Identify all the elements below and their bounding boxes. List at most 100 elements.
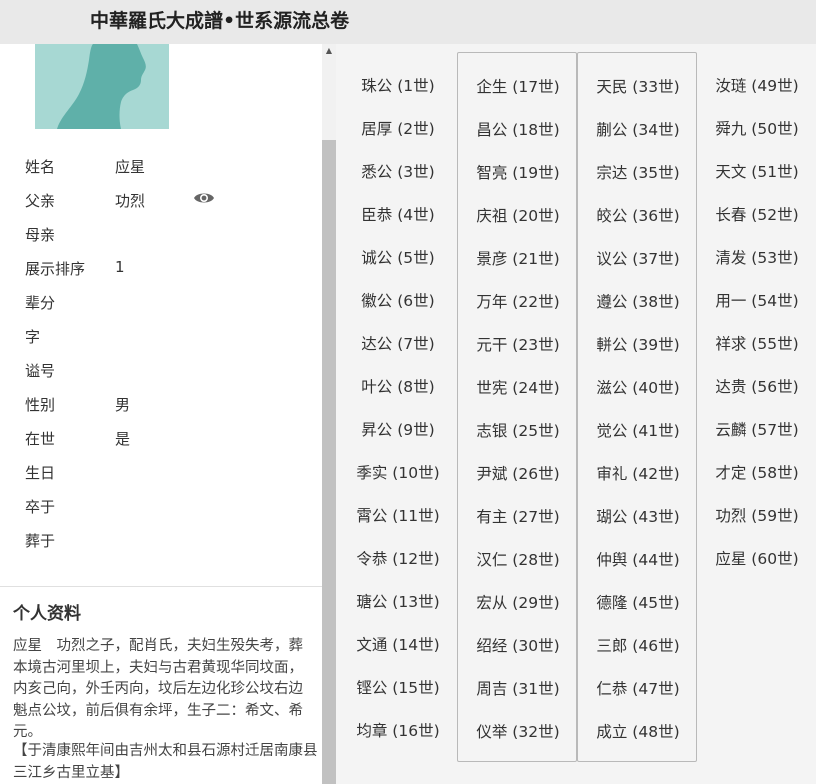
generation-item[interactable]: 仲舆 (44世) [578,548,698,570]
generation-item[interactable]: 诚公 (5世) [338,246,458,268]
generation-item[interactable]: 周吉 (31世) [458,677,578,699]
generation-item[interactable]: 宏从 (29世) [458,591,578,613]
field-label: 辈分 [25,294,56,312]
generation-item[interactable]: 仁恭 (47世) [578,677,698,699]
profile-panel: 姓名 应星 父亲 功烈 母亲 展示排序 1 辈分 字 谥号 性别 男 在世 是 … [0,44,322,784]
field-label: 姓名 [25,158,56,176]
section-divider [0,586,322,587]
generation-item[interactable]: 元干 (23世) [458,333,578,355]
generation-item[interactable]: 祥求 (55世) [697,332,816,354]
generation-item[interactable]: 昌公 (18世) [458,118,578,140]
generation-item[interactable]: 清发 (53世) [697,246,816,268]
generation-item[interactable]: 遵公 (38世) [578,290,698,312]
generation-item[interactable]: 万年 (22世) [458,290,578,312]
field-label: 字 [25,328,41,346]
generation-item[interactable]: 皎公 (36世) [578,204,698,226]
generation-item[interactable]: 徽公 (6世) [338,289,458,311]
eye-icon-graphic [194,193,214,203]
generation-item[interactable]: 叶公 (8世) [338,375,458,397]
generation-item[interactable]: 达公 (7世) [338,332,458,354]
field-label: 父亲 [25,192,56,210]
generation-item[interactable]: 应星 (60世) [697,547,816,569]
header-bar: 中華羅氏大成譜•世系源流总卷 [0,0,816,44]
field-label: 谥号 [25,362,56,380]
generation-item[interactable]: 天民 (33世) [578,75,698,97]
generation-column: 企生 (17世) 昌公 (18世) 智亮 (19世) 庆祖 (20世) 景彦 (21世)… [457,52,577,762]
field-value: 男 [115,396,131,414]
field-posthumous-name: 谥号 [0,352,322,386]
generation-item[interactable]: 宗达 (35世) [578,161,698,183]
generation-panel: 珠公 (1世) 居厚 (2世) 悉公 (3世) 臣恭 (4世) 诚公 (5世) 徽公 (6… [336,44,816,784]
generation-item[interactable]: 智亮 (19世) [458,161,578,183]
generation-item[interactable]: 令恭 (12世) [338,547,458,569]
generation-item[interactable]: 霄公 (11世) [338,504,458,526]
field-label: 在世 [25,430,56,448]
generation-column: 汝琏 (49世) 舜九 (50世) 天文 (51世) 长春 (52世) 清发 (53世)… [697,52,816,762]
generation-item[interactable]: 汉仁 (28世) [458,548,578,570]
generation-item[interactable]: 庆祖 (20世) [458,204,578,226]
generation-item[interactable]: 軿公 (39世) [578,333,698,355]
scroll-thumb[interactable] [322,140,336,784]
generation-item[interactable]: 仪举 (32世) [458,720,578,742]
generation-item[interactable]: 成立 (48世) [578,720,698,742]
field-value: 是 [115,430,131,448]
generation-item[interactable]: 达贵 (56世) [697,375,816,397]
person-silhouette-icon [35,44,169,129]
generation-item[interactable]: 觉公 (41世) [578,419,698,441]
generation-item[interactable]: 瑚公 (43世) [578,505,698,527]
field-gender: 性别 男 [0,386,322,420]
generation-item[interactable]: 企生 (17世) [458,75,578,97]
field-value: 应星 [115,158,146,176]
field-name: 姓名 应星 [0,148,322,182]
field-courtesy-name: 字 [0,318,322,352]
generation-item[interactable]: 铿公 (15世) [338,676,458,698]
generation-item[interactable]: 瑭公 (13世) [338,590,458,612]
generation-item[interactable]: 天文 (51世) [697,160,816,182]
scrollbar[interactable]: ▲ [322,44,336,784]
generation-item[interactable]: 世宪 (24世) [458,376,578,398]
generation-item[interactable]: 景彦 (21世) [458,247,578,269]
field-generation-name: 辈分 [0,284,322,318]
generation-item[interactable]: 文通 (14世) [338,633,458,655]
field-birthday: 生日 [0,454,322,488]
generation-item[interactable]: 功烈 (59世) [697,504,816,526]
generation-item[interactable]: 均章 (16世) [338,719,458,741]
field-burial: 葬于 [0,522,322,556]
generation-item[interactable]: 绍经 (30世) [458,634,578,656]
generation-item[interactable]: 云麟 (57世) [697,418,816,440]
generation-item[interactable]: 汝琏 (49世) [697,74,816,96]
generation-item[interactable]: 滋公 (40世) [578,376,698,398]
generation-item[interactable]: 尹斌 (26世) [458,462,578,484]
field-death: 卒于 [0,488,322,522]
field-label: 葬于 [25,532,56,550]
generation-item[interactable]: 审礼 (42世) [578,462,698,484]
generation-item[interactable]: 才定 (58世) [697,461,816,483]
generation-item[interactable]: 舜九 (50世) [697,117,816,139]
field-value: 1 [115,258,125,276]
field-label: 展示排序 [25,260,86,278]
generation-item[interactable]: 珠公 (1世) [338,74,458,96]
generation-item[interactable]: 议公 (37世) [578,247,698,269]
field-label: 卒于 [25,498,56,516]
generation-item[interactable]: 蒯公 (34世) [578,118,698,140]
generation-item[interactable]: 臣恭 (4世) [338,203,458,225]
generation-item[interactable]: 昇公 (9世) [338,418,458,440]
generation-item[interactable]: 用一 (54世) [697,289,816,311]
generation-item[interactable]: 居厚 (2世) [338,117,458,139]
field-label: 生日 [25,464,56,482]
generation-item[interactable]: 三郎 (46世) [578,634,698,656]
bio-text: 应星 功烈之子，配肖氏，夫妇生殁失考，葬本境古河里坝上，夫妇与古君黄现华同坟面，… [13,638,303,740]
bio-title: 个人资料 [13,604,81,624]
generation-item[interactable]: 季实 (10世) [338,461,458,483]
generation-column: 天民 (33世) 蒯公 (34世) 宗达 (35世) 皎公 (36世) 议公 (37世)… [577,52,697,762]
generation-item[interactable]: 志银 (25世) [458,419,578,441]
generation-item[interactable]: 有主 (27世) [458,505,578,527]
field-display-order: 展示排序 1 [0,250,322,284]
generation-item[interactable]: 德隆 (45世) [578,591,698,613]
arrow-up-icon[interactable]: ▲ [322,44,336,58]
field-value: 功烈 [115,192,146,210]
generation-item[interactable]: 长春 (52世) [697,203,816,225]
field-father: 父亲 功烈 [0,182,322,216]
eye-icon[interactable] [193,190,217,208]
generation-item[interactable]: 悉公 (3世) [338,160,458,182]
